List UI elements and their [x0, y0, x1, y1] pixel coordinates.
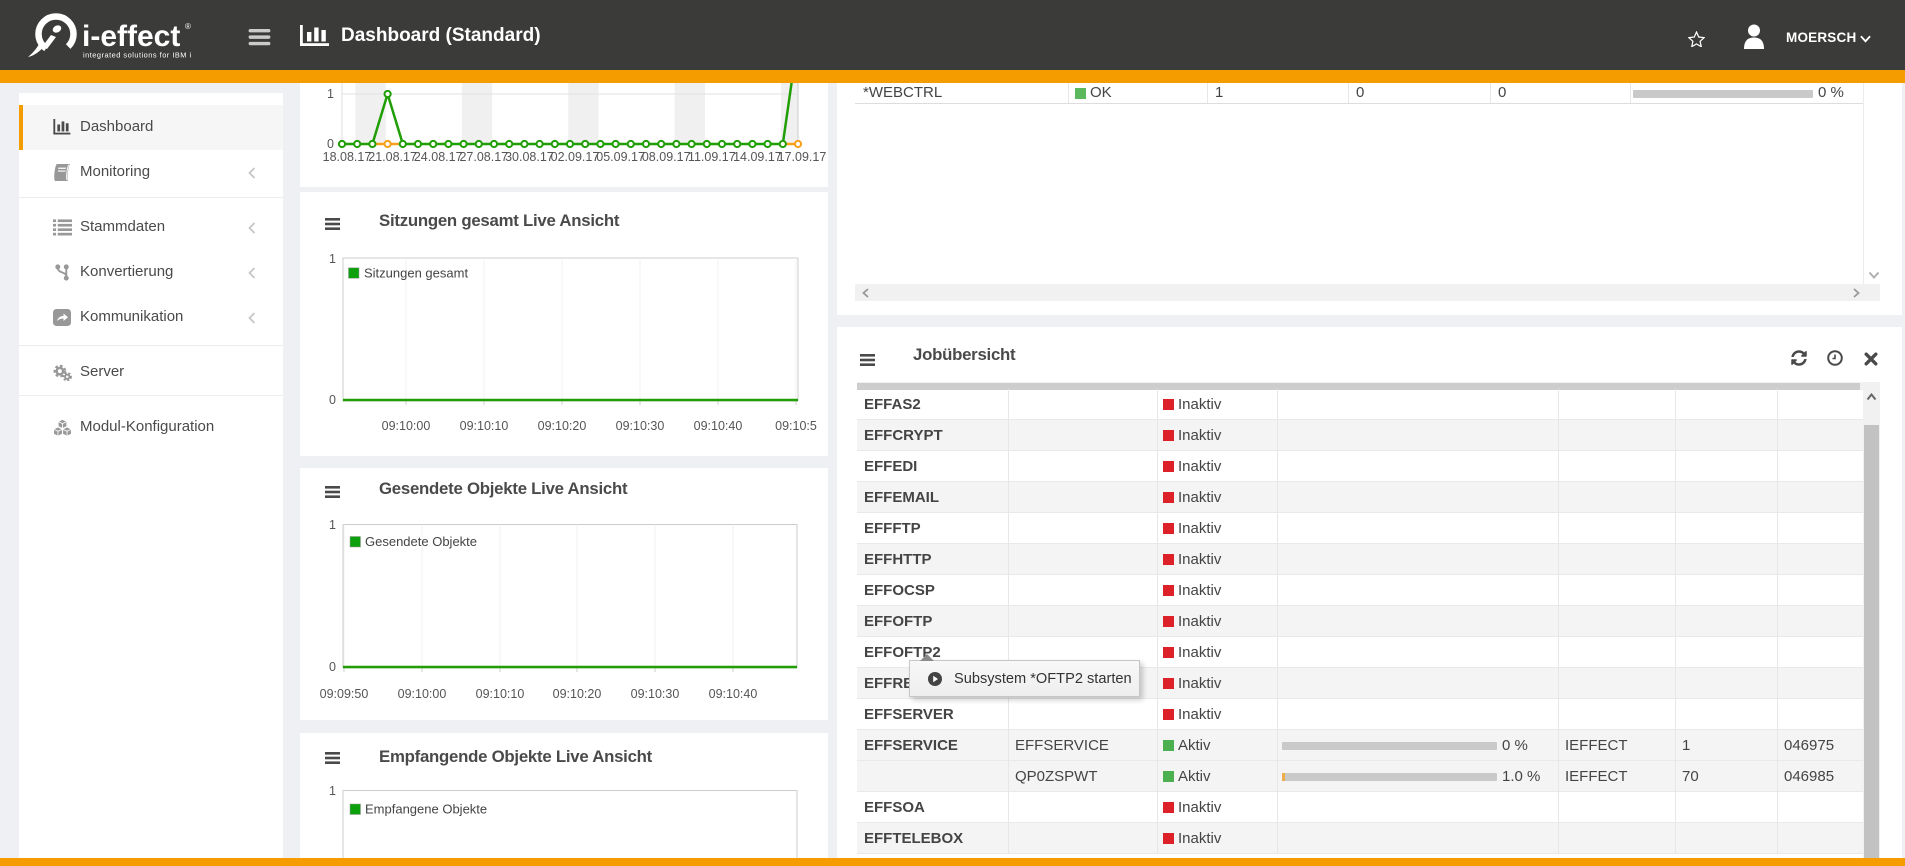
svg-text:09:10:00: 09:10:00 [398, 687, 447, 701]
svg-text:24.08.17: 24.08.17 [414, 150, 463, 164]
svg-text:09:10:10: 09:10:10 [476, 687, 525, 701]
svg-text:Gesendete Objekte: Gesendete Objekte [365, 534, 477, 549]
svg-text:05.09.17: 05.09.17 [596, 150, 645, 164]
svg-text:14.09.17: 14.09.17 [733, 150, 782, 164]
svg-text:1: 1 [329, 518, 336, 532]
svg-text:09:10:30: 09:10:30 [616, 419, 665, 433]
svg-text:08.09.17: 08.09.17 [642, 150, 691, 164]
svg-text:21.08.17: 21.08.17 [368, 150, 417, 164]
svg-text:09:10:00: 09:10:00 [382, 419, 431, 433]
svg-text:0: 0 [327, 137, 334, 151]
svg-text:®: ® [185, 22, 191, 31]
svg-text:11.09.17: 11.09.17 [688, 150, 736, 164]
svg-text:09:10:40: 09:10:40 [709, 687, 758, 701]
svg-text:Sitzungen gesamt: Sitzungen gesamt [364, 265, 468, 280]
svg-text:0: 0 [329, 393, 336, 407]
svg-text:17.09.17: 17.09.17 [778, 150, 827, 164]
svg-text:09:10:40: 09:10:40 [694, 419, 743, 433]
svg-text:1: 1 [329, 252, 336, 266]
svg-text:09:10:5: 09:10:5 [775, 419, 817, 433]
svg-text:30.08.17: 30.08.17 [505, 150, 554, 164]
svg-text:18.08.17: 18.08.17 [323, 150, 372, 164]
svg-text:1: 1 [329, 784, 336, 798]
svg-text:Empfangene Objekte: Empfangene Objekte [365, 802, 487, 817]
svg-text:27.08.17: 27.08.17 [459, 150, 508, 164]
svg-text:09:10:20: 09:10:20 [538, 419, 587, 433]
svg-text:09:10:30: 09:10:30 [631, 687, 680, 701]
svg-text:1: 1 [327, 87, 334, 101]
svg-text:02.09.17: 02.09.17 [551, 150, 600, 164]
svg-text:09:10:20: 09:10:20 [553, 687, 602, 701]
svg-text:09:10:10: 09:10:10 [460, 419, 509, 433]
svg-text:0: 0 [329, 660, 336, 674]
svg-text:09:09:50: 09:09:50 [320, 687, 369, 701]
svg-text:i-effect: i-effect [82, 20, 180, 53]
svg-text:integrated solutions for IBM i: integrated solutions for IBM i [83, 51, 192, 60]
